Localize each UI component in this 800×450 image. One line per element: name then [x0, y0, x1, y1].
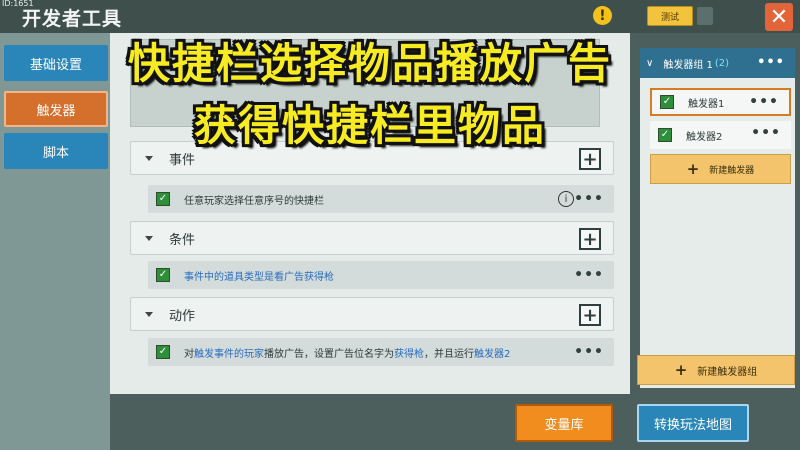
collapse-arrow-icon[interactable]	[145, 235, 153, 241]
checkbox[interactable]: ✓	[156, 345, 170, 359]
action-row[interactable]: ✓ 对触发事件的玩家播放广告，设置广告位名字为获得枪，并且运行触发器2 •••	[148, 338, 614, 366]
section-actions[interactable]: 动作 +	[130, 297, 614, 331]
row-text-part: 事件中的道具类型是看广告获得枪	[184, 271, 334, 283]
row-text-part: 获得枪	[394, 348, 424, 360]
add-condition-button[interactable]: +	[579, 228, 601, 250]
collapse-arrow-icon[interactable]	[145, 155, 153, 161]
toggle-icon[interactable]	[697, 7, 713, 25]
overlay-caption-line-2: 获得快捷栏里物品	[193, 101, 546, 150]
collapse-arrow-icon[interactable]	[145, 311, 153, 317]
test-button[interactable]: 测试	[647, 6, 693, 26]
trigger-group-count: (2)	[714, 57, 730, 69]
event-text: 任意玩家选择任意序号的快捷栏	[184, 192, 324, 207]
trigger-label: 触发器2	[686, 131, 723, 143]
overlay-caption-line-1: 快捷栏选择物品播放广告	[127, 39, 612, 88]
section-label: 动作	[169, 308, 196, 324]
plus-icon: +	[686, 160, 700, 178]
checkbox[interactable]: ✓	[156, 192, 170, 206]
more-options-icon[interactable]: •••	[574, 267, 604, 283]
event-row[interactable]: ✓ 任意玩家选择任意序号的快捷栏 i •••	[148, 185, 614, 213]
row-text-part: 播放广告，设置广告位名字为	[264, 348, 394, 360]
row-text-part: 触发事件的玩家	[194, 348, 264, 360]
more-options-icon[interactable]: •••	[757, 55, 785, 70]
new-trigger-button[interactable]: + 新建触发器	[650, 154, 791, 184]
warning-icon[interactable]: !	[593, 6, 612, 25]
add-action-button[interactable]: +	[579, 304, 601, 326]
new-trigger-label: 新建触发器	[709, 165, 755, 176]
trigger-item[interactable]: ✓ 触发器1 •••	[650, 88, 791, 116]
more-options-icon[interactable]: •••	[749, 94, 779, 110]
more-options-icon[interactable]: •••	[574, 191, 604, 207]
condition-text: 事件中的道具类型是看广告获得枪	[184, 268, 334, 283]
title-bar: ID:1651 开发者工具 ! 测试 ✕	[0, 0, 800, 33]
new-trigger-group-button[interactable]: + 新建触发器组	[637, 355, 795, 385]
checkbox[interactable]: ✓	[156, 268, 170, 282]
variable-library-button[interactable]: 变量库	[515, 404, 613, 442]
trigger-label: 触发器1	[688, 98, 725, 110]
new-trigger-group-label: 新建触发器组	[697, 366, 758, 378]
app-title: 开发者工具	[22, 8, 123, 30]
row-text-part: 触发器2	[474, 348, 511, 360]
trigger-item[interactable]: ✓ 触发器2 •••	[650, 121, 791, 149]
more-options-icon[interactable]: •••	[751, 125, 781, 141]
more-options-icon[interactable]: •••	[574, 344, 604, 360]
close-icon[interactable]: ✕	[765, 3, 793, 31]
row-text-part: 任意玩家选择任意序号的快捷栏	[184, 195, 324, 207]
section-label: 条件	[169, 232, 196, 248]
plus-icon: +	[674, 361, 688, 379]
section-conditions[interactable]: 条件 +	[130, 221, 614, 255]
condition-row[interactable]: ✓ 事件中的道具类型是看广告获得枪 •••	[148, 261, 614, 289]
info-icon[interactable]: i	[558, 191, 574, 207]
row-text-part: 对	[184, 348, 194, 360]
row-text-part: ，并且运行	[424, 348, 474, 360]
action-text: 对触发事件的玩家播放广告，设置广告位名字为获得枪，并且运行触发器2	[184, 345, 510, 360]
trigger-group-label: 触发器组 1	[663, 59, 713, 71]
switch-map-button[interactable]: 转换玩法地图	[637, 404, 749, 442]
